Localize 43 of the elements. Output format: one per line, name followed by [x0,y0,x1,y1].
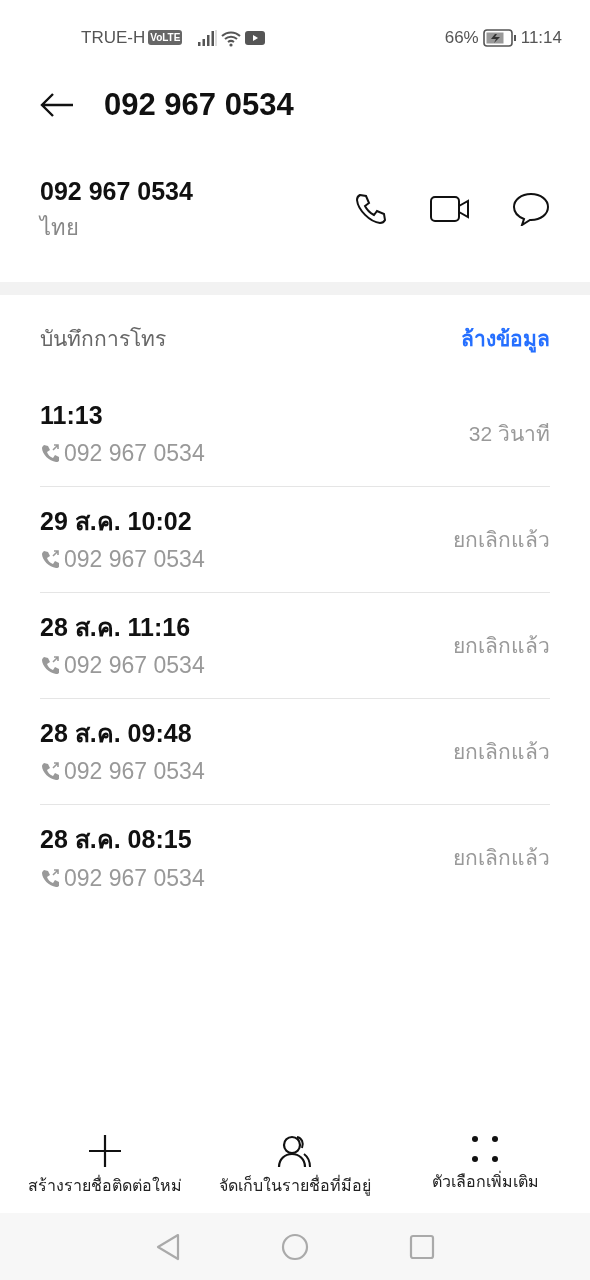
call-number: 092 967 0534 [64,863,205,893]
call-result: ยกเลิกแล้ว [453,738,550,765]
carrier-name: TRUE-H [81,26,146,49]
call-time: 29 ส.ค. 10:02 [40,505,193,537]
outgoing-call-icon [40,655,60,676]
call-result: ยกเลิกแล้ว [453,526,550,553]
call-number: 092 967 0534 [64,439,205,468]
outgoing-call-icon [40,761,60,782]
call-number: 092 967 0534 [64,651,205,680]
call-result: ยกเลิกแล้ว [453,632,550,659]
call-number: 092 967 0534 [64,757,205,786]
call-number: 092 967 0534 [64,545,205,574]
back-arrow-icon[interactable] [40,92,74,118]
call-time: 28 ส.ค. 08:15 [40,824,193,855]
outgoing-call-icon [40,443,60,464]
signal-icon [197,29,218,46]
contact-number: 092 967 0534 [40,176,193,208]
call-time: 28 ส.ค. 09:48 [40,717,193,749]
contact-country: ไทย [40,213,80,242]
volte-badge: VoLTE [148,30,183,45]
wifi-icon [220,28,243,47]
phone-icon[interactable] [354,191,388,226]
more-options-icon [470,1134,500,1164]
action-button[interactable]: สร้างรายชื่อติดต่อใหม่ [10,1134,200,1198]
call-time: 28 ส.ค. 11:16 [40,611,192,643]
call-time: 11:13 [40,399,104,431]
battery-percent: 66% [444,26,479,49]
video-call-icon[interactable] [430,195,470,222]
call-result: 32 วินาที [468,420,550,447]
clear-link[interactable]: ล้างข้อมูล [461,323,550,355]
action-button[interactable]: ตัวเลือกเพิ่มเติม [390,1134,580,1194]
page-title: 092 967 0534 [104,85,294,124]
contacts-icon [277,1134,313,1168]
call-result: ยกเลิกแล้ว [453,845,550,872]
outgoing-call-icon [40,867,60,888]
action-button[interactable]: จัดเก็บในรายชื่อที่มีอยู่ [200,1134,390,1198]
plus-icon [88,1134,122,1168]
section-title: บันทึกการโทร [40,326,166,353]
message-icon[interactable] [512,191,550,226]
clock: 11:14 [520,26,562,49]
video-icon [245,30,266,45]
battery-charging-icon [482,28,517,47]
outgoing-call-icon [40,549,60,570]
